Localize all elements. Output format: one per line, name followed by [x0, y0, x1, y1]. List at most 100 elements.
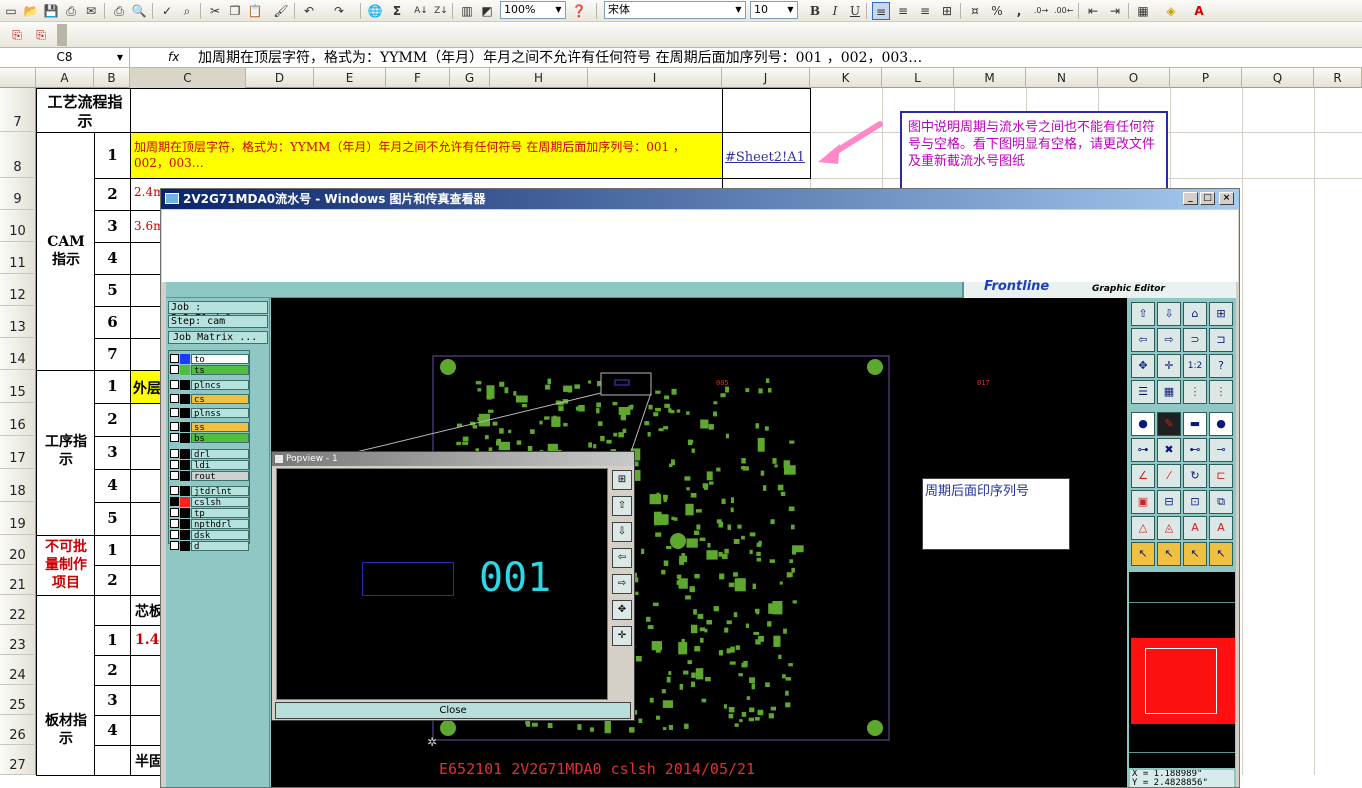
- c21-cell[interactable]: [130, 565, 162, 596]
- new-file-icon[interactable]: ▭: [2, 2, 20, 20]
- column-header[interactable]: G: [450, 68, 490, 88]
- align-center-icon[interactable]: ≡: [894, 2, 912, 20]
- help-icon[interactable]: ?: [1209, 354, 1233, 378]
- home-icon[interactable]: ⌂: [1183, 302, 1207, 326]
- cut-icon[interactable]: ✂: [206, 2, 224, 20]
- tool-icon[interactable]: ⇦: [1131, 328, 1155, 352]
- layer-checkbox[interactable]: [170, 508, 179, 517]
- autosum-icon[interactable]: Σ: [388, 2, 406, 20]
- layer-row[interactable]: cs: [170, 394, 250, 405]
- layer-checkbox[interactable]: [170, 354, 179, 363]
- row-header[interactable]: 20: [0, 535, 36, 565]
- popview-tool-icon[interactable]: ⇧: [612, 496, 632, 516]
- sort-ascending-icon[interactable]: A↓: [412, 2, 430, 20]
- c27-cell[interactable]: 半固: [130, 745, 162, 776]
- select-all-corner[interactable]: [0, 68, 36, 88]
- viewer-title-bar[interactable]: 2V2G71MDA0流水号 - Windows 图片和传真查看器 _ □ ×: [161, 189, 1239, 209]
- tool-icon[interactable]: ⊐: [1209, 328, 1233, 352]
- layer-checkbox[interactable]: [170, 541, 179, 550]
- tool-icon[interactable]: ✖: [1157, 438, 1181, 462]
- row-header[interactable]: 13: [0, 306, 36, 338]
- job-matrix-button[interactable]: Job Matrix ...: [168, 331, 268, 344]
- c15-cell[interactable]: 外层: [130, 370, 162, 404]
- c11-cell[interactable]: [130, 242, 162, 275]
- popview-tool-icon[interactable]: ✛: [612, 626, 632, 646]
- c17-cell[interactable]: [130, 436, 162, 470]
- row-header[interactable]: 21: [0, 565, 36, 595]
- row-header[interactable]: 9: [0, 178, 36, 210]
- increase-indent-icon[interactable]: ⇥: [1106, 2, 1124, 20]
- column-header[interactable]: K: [810, 68, 882, 88]
- tool-icon[interactable]: ⧉: [1209, 490, 1233, 514]
- b-number-cell[interactable]: 4: [94, 469, 131, 503]
- row-header[interactable]: 11: [0, 242, 36, 274]
- pdf-convert-icon[interactable]: ⎘: [8, 26, 26, 44]
- tool-icon[interactable]: ⊏: [1209, 464, 1233, 488]
- board-label-cell[interactable]: 板材指示: [36, 595, 95, 776]
- b-number-cell[interactable]: 3: [94, 436, 131, 470]
- print-icon[interactable]: ⎙: [110, 2, 128, 20]
- comma-button[interactable]: ,: [1010, 2, 1028, 20]
- c25-cell[interactable]: [130, 685, 162, 716]
- cam-label-cell[interactable]: CAM指示: [36, 132, 95, 371]
- tool-icon[interactable]: A: [1209, 516, 1233, 540]
- column-header[interactable]: Q: [1242, 68, 1314, 88]
- layer-row[interactable]: plnss: [170, 408, 250, 419]
- row-header[interactable]: 16: [0, 403, 36, 436]
- tool-icon[interactable]: ⇨: [1157, 328, 1181, 352]
- merge-center-icon[interactable]: ⊞: [938, 2, 956, 20]
- c19-cell[interactable]: [130, 502, 162, 536]
- tool-icon[interactable]: ⊡: [1183, 490, 1207, 514]
- b22-cell[interactable]: [94, 595, 131, 626]
- layer-checkbox[interactable]: [170, 408, 179, 417]
- b-number-cell[interactable]: 5: [94, 274, 131, 307]
- j8-cell[interactable]: #Sheet2!A1: [722, 132, 811, 179]
- row-header[interactable]: 10: [0, 210, 36, 242]
- maximize-button[interactable]: □: [1200, 192, 1215, 205]
- tool-icon[interactable]: A: [1183, 516, 1207, 540]
- email-icon[interactable]: ✉: [82, 2, 100, 20]
- popview-canvas[interactable]: 001: [276, 468, 608, 700]
- column-header[interactable]: B: [94, 68, 130, 88]
- tool-icon[interactable]: △: [1131, 516, 1155, 540]
- column-header[interactable]: I: [588, 68, 722, 88]
- tool-icon[interactable]: ⊸: [1209, 438, 1233, 462]
- tool-icon[interactable]: ↻: [1183, 464, 1207, 488]
- b-number-cell[interactable]: 4: [94, 242, 131, 275]
- b-number-cell[interactable]: 4: [94, 715, 131, 746]
- layer-row[interactable]: rout: [170, 471, 250, 482]
- hyperlink-icon[interactable]: 🌐: [366, 2, 384, 20]
- align-left-icon[interactable]: ≡: [872, 2, 890, 20]
- row-header[interactable]: 12: [0, 274, 36, 306]
- tool-icon[interactable]: ⊞: [1209, 302, 1233, 326]
- layer-checkbox[interactable]: [170, 433, 179, 442]
- tool-icon[interactable]: ∠: [1131, 464, 1155, 488]
- c14-cell[interactable]: [130, 338, 162, 371]
- layer-checkbox[interactable]: [170, 486, 179, 495]
- grid-icon[interactable]: ▦: [1157, 380, 1181, 404]
- b-number-cell[interactable]: 5: [94, 502, 131, 536]
- layer-checkbox[interactable]: [170, 497, 179, 506]
- row-header[interactable]: 23: [0, 625, 36, 655]
- layer-row[interactable]: plncs: [170, 380, 250, 391]
- b-number-cell[interactable]: 3: [94, 685, 131, 716]
- column-header[interactable]: D: [246, 68, 314, 88]
- c16-cell[interactable]: [130, 403, 162, 437]
- sheet-hyperlink[interactable]: #Sheet2!A1: [725, 150, 805, 165]
- pdf-email-icon[interactable]: ⎘: [32, 26, 50, 44]
- row-header[interactable]: 25: [0, 685, 36, 715]
- paste-icon[interactable]: 📋: [246, 2, 264, 20]
- c20-cell[interactable]: [130, 535, 162, 566]
- spelling-icon[interactable]: ✓: [158, 2, 176, 20]
- row-header[interactable]: 15: [0, 370, 36, 403]
- row-header[interactable]: 7: [0, 88, 36, 132]
- b-number-cell[interactable]: 2: [94, 655, 131, 686]
- column-header[interactable]: F: [386, 68, 450, 88]
- column-header[interactable]: E: [314, 68, 386, 88]
- layer-row[interactable]: ldi: [170, 460, 250, 471]
- c18-cell[interactable]: [130, 469, 162, 503]
- row-header[interactable]: 17: [0, 436, 36, 469]
- decrease-decimal-icon[interactable]: .00←: [1054, 2, 1073, 20]
- layer-checkbox[interactable]: [170, 519, 179, 528]
- column-header[interactable]: R: [1314, 68, 1362, 88]
